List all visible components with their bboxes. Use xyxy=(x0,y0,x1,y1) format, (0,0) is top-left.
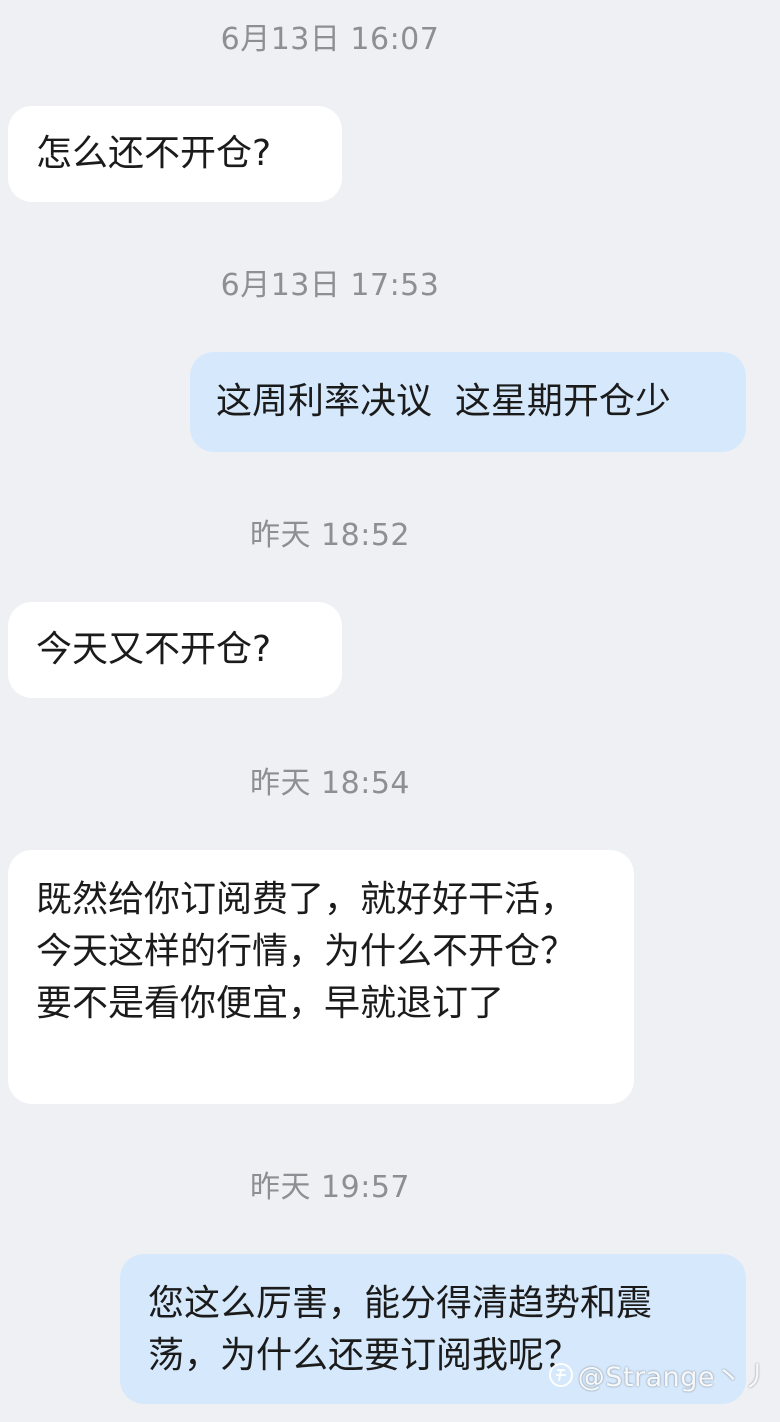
incoming-message-bubble[interactable]: 既然给你订阅费了，就好好干活， 今天这样的行情，为什么不开仓？要不是看你便宜，早… xyxy=(8,850,634,1104)
zhihu-logo-icon xyxy=(548,1362,573,1387)
incoming-message-bubble[interactable]: 今天又不开仓? xyxy=(8,602,342,698)
message-timestamp: 昨天 19:57 xyxy=(250,1170,410,1205)
message-timestamp: 6月13日 16:07 xyxy=(220,22,440,57)
message-timestamp: 昨天 18:54 xyxy=(250,766,410,801)
outgoing-message-bubble[interactable]: 这周利率决议 这星期开仓少 xyxy=(190,352,746,452)
incoming-message-bubble[interactable]: 怎么还不开仓? xyxy=(8,106,342,202)
chat-thread: 6月13日 16:07 怎么还不开仓? 6月13日 17:53 这周利率决议 这… xyxy=(0,0,780,1422)
watermark: @Strange丶丿 xyxy=(548,1355,770,1394)
watermark-text: @Strange丶丿 xyxy=(577,1362,770,1393)
message-timestamp: 昨天 18:52 xyxy=(250,518,410,553)
message-timestamp: 6月13日 17:53 xyxy=(220,268,440,303)
